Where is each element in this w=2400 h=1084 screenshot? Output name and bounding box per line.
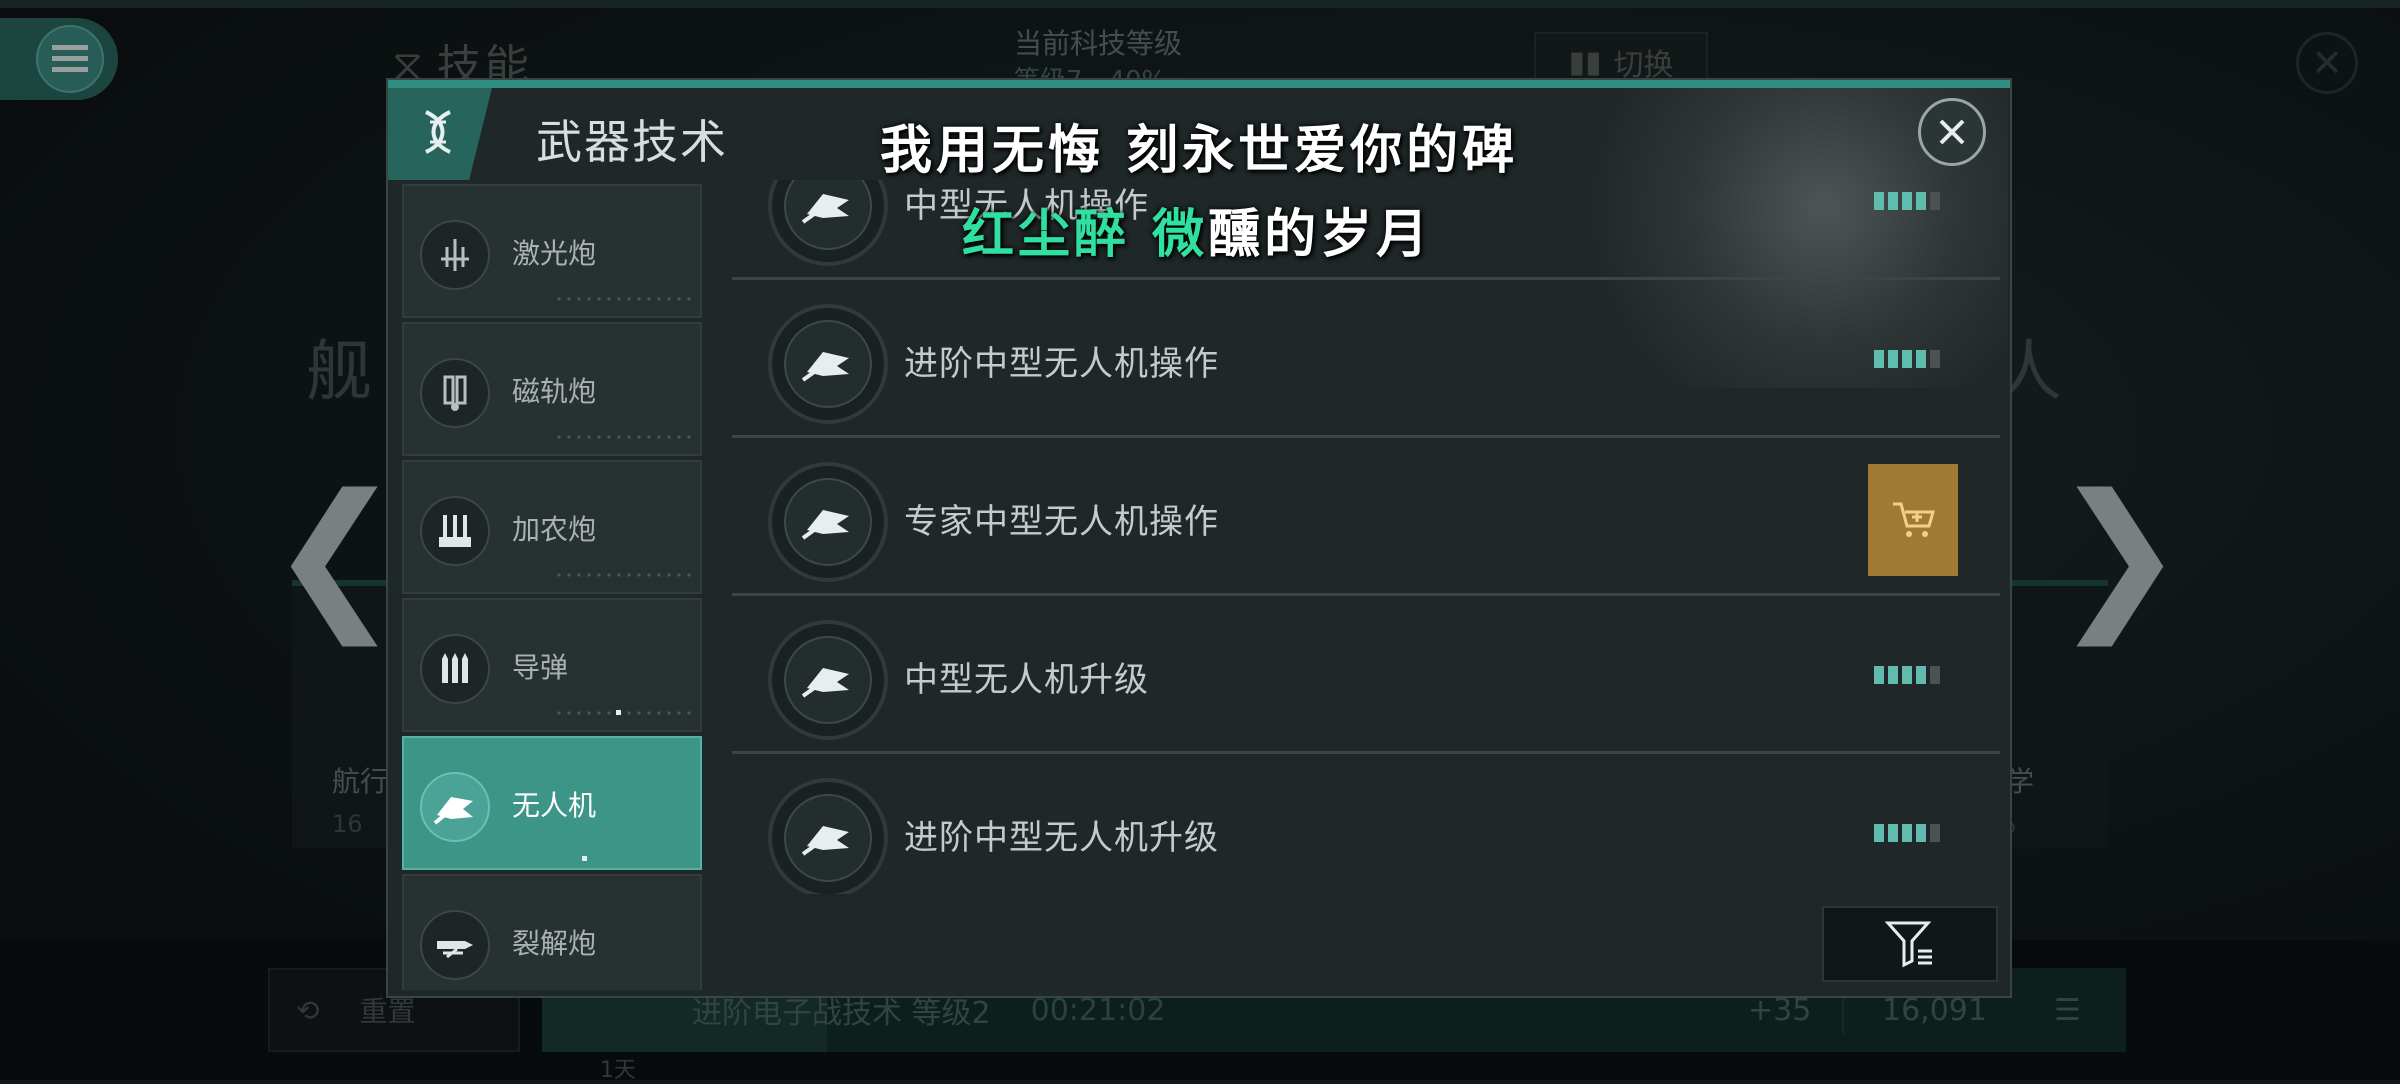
list-item[interactable]: 中型无人机升级: [732, 596, 2000, 754]
lyric-line-1: 我用无悔 刻永世爱你的碑: [880, 120, 1519, 181]
sidebar-item-disintegrator[interactable]: 裂解炮: [402, 874, 702, 990]
sidebar-item-railgun[interactable]: 磁轨炮: [402, 322, 702, 456]
progress-marker: [616, 710, 621, 715]
filter-button[interactable]: [1822, 906, 1998, 982]
list-item[interactable]: 进阶中型无人机操作: [732, 280, 2000, 438]
skill-level-bar: [1874, 192, 1940, 210]
weapon-category-sidebar: 激光炮 磁轨炮 加农炮 导弹 无人机 裂解炮: [402, 184, 706, 990]
progress-marker: [582, 856, 587, 861]
drone-icon: [420, 772, 490, 842]
sidebar-item-label: 裂解炮: [512, 927, 597, 960]
progress-dots: [554, 572, 694, 578]
tech-list[interactable]: 中型无人机操作 进阶中型无人机操作 专家中型无人机操作 中型无人机升级 进阶中型…: [732, 180, 2000, 894]
skill-name: 进阶中型无人机升级: [904, 818, 1219, 858]
close-icon: [1939, 119, 1965, 145]
drone-skill-icon: [768, 462, 888, 582]
sidebar-item-missile[interactable]: 导弹: [402, 598, 702, 732]
sidebar-item-label: 激光炮: [512, 237, 597, 270]
progress-dots: [554, 434, 694, 440]
railgun-icon: [420, 358, 490, 428]
drone-skill-icon: [768, 304, 888, 424]
sidebar-item-laser[interactable]: 激光炮: [402, 184, 702, 318]
sidebar-item-label: 加农炮: [512, 513, 597, 546]
header-tab: [388, 88, 492, 180]
sidebar-item-drone[interactable]: 无人机: [402, 736, 702, 870]
cart-icon: [1893, 502, 1935, 537]
drone-skill-icon: [768, 180, 888, 266]
missile-icon: [420, 634, 490, 704]
skill-name: 专家中型无人机操作: [904, 502, 1219, 542]
drone-skill-icon: [768, 778, 888, 894]
list-item[interactable]: 进阶中型无人机升级: [732, 754, 2000, 894]
disintegrator-icon: [420, 910, 490, 980]
skill-name: 进阶中型无人机操作: [904, 344, 1219, 384]
skill-level-bar: [1874, 350, 1940, 368]
dna-icon: [418, 108, 458, 160]
lyric-highlight: 红尘醉 微: [962, 204, 1209, 265]
progress-dots: [554, 296, 694, 302]
close-button[interactable]: [1918, 98, 1986, 166]
sidebar-item-label: 导弹: [512, 651, 569, 684]
skill-level-bar: [1874, 824, 1940, 842]
buy-button[interactable]: [1868, 464, 1958, 576]
sidebar-item-cannon[interactable]: 加农炮: [402, 460, 702, 594]
sidebar-item-label: 无人机: [512, 789, 597, 822]
lyric-line-2: 红尘醉 微醺的岁月: [962, 192, 1432, 267]
progress-dots: [554, 710, 694, 716]
filter-icon: [1884, 921, 1932, 968]
lyric-rest: 醺的岁月: [1208, 204, 1433, 265]
skill-name: 中型无人机升级: [904, 660, 1149, 700]
cannon-icon: [420, 496, 490, 566]
dialog-title: 武器技术: [536, 115, 728, 169]
sidebar-item-label: 磁轨炮: [512, 375, 597, 408]
dialog-top-accent: [388, 80, 2010, 88]
drone-skill-icon: [768, 620, 888, 740]
laser-cannon-icon: [420, 220, 490, 290]
skill-level-bar: [1874, 666, 1940, 684]
list-item[interactable]: 专家中型无人机操作: [732, 438, 2000, 596]
